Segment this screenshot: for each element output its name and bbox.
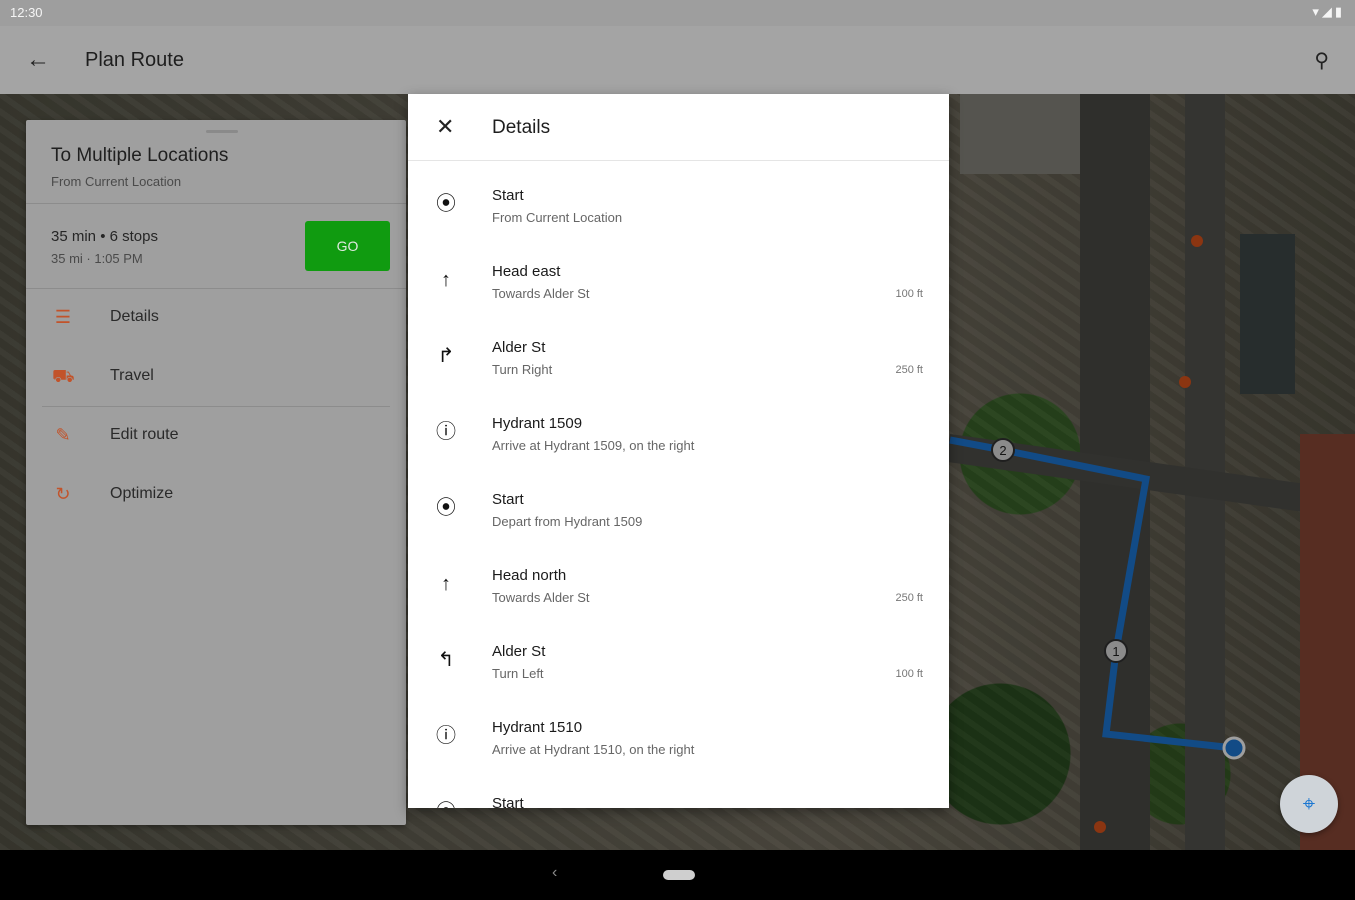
- close-icon[interactable]: ✕: [436, 114, 454, 140]
- menu-item-optimize[interactable]: ↻ Optimize: [26, 465, 406, 523]
- turn-right-icon: ↱: [437, 345, 455, 367]
- locate-button[interactable]: ⌖: [1280, 775, 1338, 833]
- step-distance: 250 ft: [895, 592, 923, 604]
- step-title: Start: [492, 491, 524, 508]
- menu-item-edit-route[interactable]: ✎ Edit route: [26, 406, 406, 464]
- details-header: ✕ Details: [408, 94, 949, 161]
- nav-back-icon[interactable]: ‹: [552, 864, 557, 882]
- step-title: Head north: [492, 567, 567, 584]
- list-item[interactable]: ↰ Alder St Turn Left 100 ft: [408, 626, 949, 702]
- arrow-up-icon: ↑: [441, 573, 451, 595]
- start-icon: ⦿: [436, 193, 456, 215]
- app-bar: ← Plan Route ⚲: [0, 26, 1355, 94]
- car-icon: ⛟: [52, 366, 75, 386]
- turn-left-icon: ↰: [437, 649, 455, 671]
- start-icon: ⦿: [436, 497, 456, 519]
- status-bar: 12:30 ▾◢▮: [0, 0, 1355, 26]
- details-panel: ✕ Details ⦿ Start From Current Location …: [408, 94, 949, 808]
- list-item[interactable]: ↑ Head east Towards Alder St 100 ft: [408, 246, 949, 322]
- status-time: 12:30: [10, 5, 43, 20]
- status-icons: ▾◢▮: [1312, 4, 1345, 19]
- step-distance: 100 ft: [895, 288, 923, 300]
- list-item[interactable]: ↱ Alder St Turn Right 250 ft: [408, 322, 949, 398]
- list-item[interactable]: ⓘ Hydrant 1509 Arrive at Hydrant 1509, o…: [408, 398, 949, 474]
- step-title: Start: [492, 795, 524, 808]
- system-nav-bar: ‹: [0, 850, 1355, 900]
- page-title: Plan Route: [85, 49, 184, 71]
- step-subtitle: Arrive at Hydrant 1510, on the right: [492, 742, 695, 757]
- menu-item-label: Details: [110, 308, 159, 325]
- step-title: Hydrant 1510: [492, 719, 583, 736]
- step-subtitle: Depart from Hydrant 1509: [492, 514, 643, 529]
- search-icon[interactable]: ⚲: [1314, 48, 1329, 73]
- details-title: Details: [492, 117, 551, 138]
- pencil-icon: ✎: [55, 425, 71, 445]
- drag-handle[interactable]: [206, 130, 238, 133]
- home-pill[interactable]: [663, 870, 695, 880]
- start-icon: ⦿: [432, 798, 460, 808]
- step-subtitle: Turn Right: [492, 362, 553, 377]
- step-title: Alder St: [492, 643, 546, 660]
- go-button[interactable]: GO: [305, 221, 390, 271]
- refresh-icon: ↻: [55, 484, 71, 504]
- arrow-up-icon: ↑: [441, 269, 451, 291]
- list-item[interactable]: ⓘ Hydrant 1510 Arrive at Hydrant 1510, o…: [408, 702, 949, 778]
- route-summary-card: To Multiple Locations From Current Locat…: [26, 120, 406, 825]
- list-item[interactable]: ⦿ Start: [408, 778, 949, 808]
- divider: [26, 203, 406, 204]
- menu-item-label: Travel: [110, 367, 154, 384]
- route-eta: 35 mi · 1:05 PM: [51, 251, 143, 266]
- crosshair-icon: ⌖: [1302, 791, 1316, 816]
- menu-item-travel[interactable]: ⛟ Travel: [26, 347, 406, 405]
- back-arrow-icon[interactable]: ←: [26, 46, 50, 74]
- info-icon: ⓘ: [436, 725, 456, 747]
- list-item[interactable]: ⦿ Start From Current Location: [408, 170, 949, 246]
- step-title: Start: [492, 187, 524, 204]
- step-subtitle: From Current Location: [492, 210, 623, 225]
- menu-item-details[interactable]: ☰ Details: [26, 288, 406, 346]
- list-item[interactable]: ⦿ Start Depart from Hydrant 1509: [408, 474, 949, 550]
- step-title: Alder St: [492, 339, 546, 356]
- step-distance: 250 ft: [895, 364, 923, 376]
- step-subtitle: Turn Left: [492, 666, 544, 681]
- step-title: Head east: [492, 263, 561, 280]
- step-subtitle: Towards Alder St: [492, 590, 590, 605]
- step-distance: 100 ft: [895, 668, 923, 680]
- info-icon: ⓘ: [436, 421, 456, 443]
- route-summary: 35 min • 6 stops: [51, 228, 158, 245]
- route-title: To Multiple Locations: [51, 145, 229, 166]
- step-title: Hydrant 1509: [492, 415, 583, 432]
- menu-item-label: Optimize: [110, 485, 174, 502]
- route-origin: From Current Location: [51, 174, 182, 189]
- list-item[interactable]: ↑ Head north Towards Alder St 250 ft: [408, 550, 949, 626]
- menu-item-label: Edit route: [110, 426, 179, 443]
- list-icon: ☰: [54, 307, 72, 327]
- step-subtitle: Towards Alder St: [492, 286, 590, 301]
- step-subtitle: Arrive at Hydrant 1509, on the right: [492, 438, 695, 453]
